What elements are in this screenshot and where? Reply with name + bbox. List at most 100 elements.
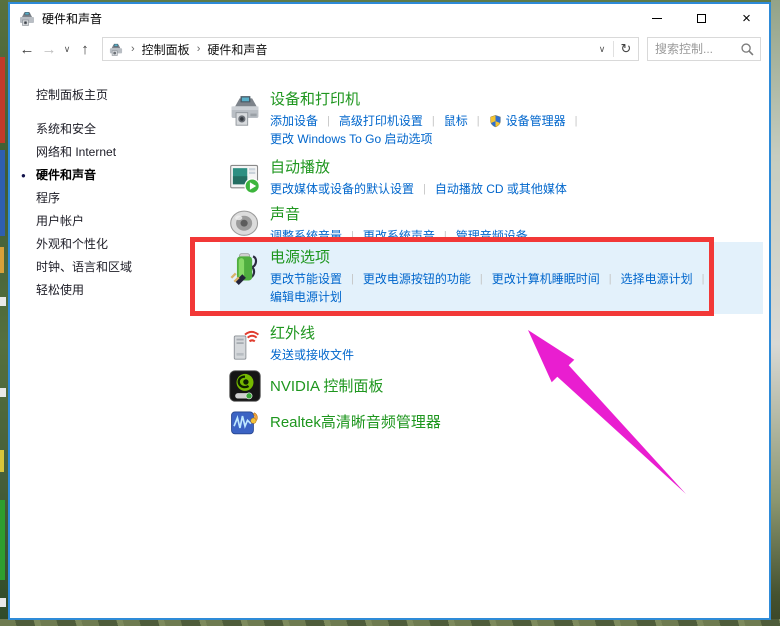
link-separator: | [423,180,426,198]
task-link-autoplay-cd[interactable]: 自动播放 CD 或其他媒体 [435,180,567,198]
sidebar-item-label: 系统和安全 [36,122,96,136]
section-title[interactable]: 声音 [270,205,528,224]
back-button[interactable]: ← [16,41,38,58]
section-infrared: 红外线 发送或接收文件 [220,320,763,364]
section-body: 电源选项 更改节能设置 | 更改电源按钮的功能 | 更改计算机睡眠时间 | 选择… [270,248,714,314]
task-link-windows-to-go[interactable]: 更改 Windows To Go 启动选项 [270,130,432,148]
section-power-options: 电源选项 更改节能设置 | 更改电源按钮的功能 | 更改计算机睡眠时间 | 选择… [220,242,763,314]
content-area: 控制面板主页 系统和安全 网络和 Internet ● 硬件和声音 程序 用户帐… [10,66,769,618]
address-dropdown-icon[interactable]: ∨ [591,44,613,55]
close-button[interactable]: × [724,4,769,32]
section-nvidia: NVIDIA 控制面板 [220,366,763,406]
section-realtek: Realtek高清晰音频管理器 [220,404,763,440]
task-link-change-power-saving[interactable]: 更改节能设置 [270,270,342,288]
section-body: NVIDIA 控制面板 [270,377,383,396]
task-link-choose-power-plan[interactable]: 选择电源计划 [621,270,693,288]
desktop-icon-fragment [0,57,5,143]
breadcrumb-hardware-sound[interactable]: 硬件和声音 [207,41,267,58]
search-box[interactable] [647,37,761,61]
desktop-icon-fragment [0,450,4,472]
breadcrumb-separator: › [131,43,135,55]
task-link-power-button-function[interactable]: 更改电源按钮的功能 [363,270,471,288]
minimize-icon [652,18,662,19]
section-autoplay: 自动播放 更改媒体或设备的默认设置 | 自动播放 CD 或其他媒体 [220,154,763,198]
main-panel: 设备和打印机 添加设备 | 高级打印机设置 | 鼠标 | 设备管理器 [212,66,769,618]
minimize-button[interactable] [634,4,679,32]
section-sound: 声音 调整系统音量 | 更改系统声音 | 管理音频设备 [220,201,763,245]
sidebar-item-hardware-sound[interactable]: ● 硬件和声音 [36,164,212,187]
link-separator: | [327,112,330,130]
sidebar-item-home[interactable]: 控制面板主页 [36,86,212,103]
sidebar-item-programs[interactable]: 程序 [36,187,212,210]
maximize-button[interactable] [679,4,724,32]
titlebar: 硬件和声音 × [10,4,769,32]
uac-shield-icon [489,114,502,128]
task-link-edit-power-plan[interactable]: 编辑电源计划 [270,288,342,306]
sound-icon [228,207,262,243]
close-icon: × [742,11,751,26]
forward-button[interactable]: → [38,41,60,58]
breadcrumb-control-panel[interactable]: 控制面板 [142,41,190,58]
section-body: 声音 调整系统音量 | 更改系统声音 | 管理音频设备 [270,205,528,245]
window-title: 硬件和声音 [42,10,102,27]
section-title[interactable]: NVIDIA 控制面板 [270,377,383,396]
section-body: 设备和打印机 添加设备 | 高级打印机设置 | 鼠标 | 设备管理器 [270,90,587,148]
sidebar-item-system-security[interactable]: 系统和安全 [36,118,212,141]
section-title[interactable]: 设备和打印机 [270,90,587,109]
sidebar-item-ease-of-access[interactable]: 轻松使用 [36,279,212,302]
autoplay-icon [228,160,262,196]
section-body: Realtek高清晰音频管理器 [270,413,441,432]
section-title[interactable]: 电源选项 [270,248,714,267]
task-links-row: 更改媒体或设备的默认设置 | 自动播放 CD 或其他媒体 [270,180,567,198]
breadcrumb-printer-icon [108,43,124,56]
task-links-row: 更改 Windows To Go 启动选项 [270,130,587,148]
task-link-add-device[interactable]: 添加设备 [270,112,318,130]
up-button[interactable]: ↑ [74,41,96,58]
section-title[interactable]: Realtek高清晰音频管理器 [270,413,441,432]
infrared-icon [228,326,262,362]
task-link-mouse[interactable]: 鼠标 [444,112,468,130]
section-title[interactable]: 红外线 [270,324,354,343]
task-links-row: 发送或接收文件 [270,346,354,364]
desktop-icon-fragment [0,388,6,397]
sidebar-item-label: 用户帐户 [36,214,84,228]
sidebar-item-label: 硬件和声音 [36,168,96,182]
task-link-send-receive-files[interactable]: 发送或接收文件 [270,346,354,364]
desktop-icon-fragment [0,150,5,236]
current-item-bullet-icon: ● [21,164,26,187]
link-separator: | [575,112,578,130]
link-separator: | [477,112,480,130]
devices-and-printers-icon [228,92,262,128]
task-link-device-manager[interactable]: 设备管理器 [506,112,566,130]
breadcrumb-separator: › [197,43,201,55]
control-panel-window: 硬件和声音 × ← → ∨ ↑ › 控制面板 › 硬件和声音 [8,2,771,620]
task-links-row: 更改节能设置 | 更改电源按钮的功能 | 更改计算机睡眠时间 | 选择电源计划 … [270,270,714,288]
sidebar-item-user-accounts[interactable]: 用户帐户 [36,210,212,233]
desktop-icon-fragment [0,598,6,607]
task-link-advanced-printer-setup[interactable]: 高级打印机设置 [339,112,423,130]
task-link-change-default-media[interactable]: 更改媒体或设备的默认设置 [270,180,414,198]
link-separator: | [702,270,705,288]
sidebar-item-label: 外观和个性化 [36,237,108,251]
sidebar-item-clock-language[interactable]: 时钟、语言和区域 [36,256,212,279]
sidebar-item-network-internet[interactable]: 网络和 Internet [36,141,212,164]
desktop-icon-fragment [0,297,6,306]
task-links-row: 编辑电源计划 [270,288,714,306]
history-dropdown-icon[interactable]: ∨ [60,44,74,55]
search-input[interactable] [655,42,740,56]
maximize-icon [697,14,706,23]
refresh-icon[interactable]: ↻ [614,41,638,57]
window-controls: × [634,4,769,32]
sidebar: 控制面板主页 系统和安全 网络和 Internet ● 硬件和声音 程序 用户帐… [10,66,212,618]
address-bar[interactable]: › 控制面板 › 硬件和声音 ∨ ↻ [102,37,639,61]
navigation-toolbar: ← → ∨ ↑ › 控制面板 › 硬件和声音 ∨ ↻ [10,32,769,66]
task-links-row: 添加设备 | 高级打印机设置 | 鼠标 | 设备管理器 | [270,112,587,130]
power-options-icon [228,250,262,286]
sidebar-item-label: 轻松使用 [36,283,84,297]
address-tail: ∨ ↻ [591,38,638,60]
task-link-change-sleep-time[interactable]: 更改计算机睡眠时间 [492,270,600,288]
section-title[interactable]: 自动播放 [270,158,567,177]
search-icon [740,42,755,57]
sidebar-item-appearance[interactable]: 外观和个性化 [36,233,212,256]
sidebar-item-label: 时钟、语言和区域 [36,260,132,274]
